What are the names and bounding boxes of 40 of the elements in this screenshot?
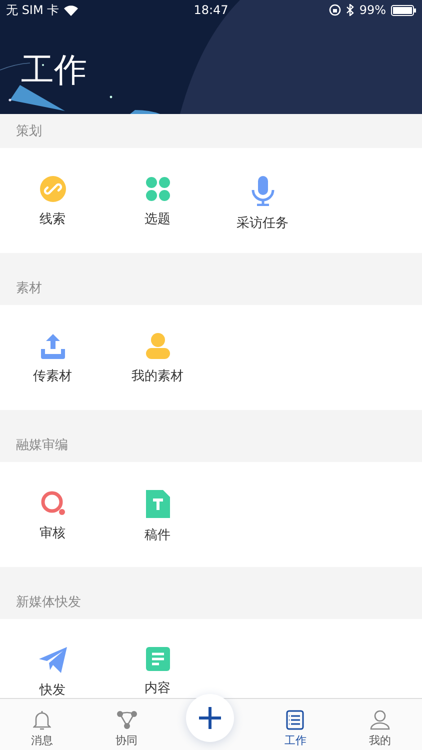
page-title: 工作 <box>21 49 88 91</box>
bell-icon <box>33 710 52 730</box>
plus-icon <box>198 706 222 730</box>
bluetooth-icon <box>346 4 354 16</box>
menu-item[interactable]: 传素材 <box>0 333 105 385</box>
menu-item[interactable]: 内容 <box>105 647 210 697</box>
upload-icon <box>40 333 66 359</box>
menu-item[interactable]: 审核 <box>0 490 105 542</box>
add-button[interactable] <box>186 694 234 742</box>
microphone-icon <box>250 176 276 206</box>
user-icon <box>370 710 390 730</box>
clover-icon <box>144 176 170 202</box>
section-title: 策划 <box>16 123 42 140</box>
section-title: 新媒体快发 <box>16 594 81 611</box>
battery-text: 99% <box>359 3 386 17</box>
network-icon <box>116 710 138 730</box>
menu-item[interactable]: 选题 <box>105 176 210 228</box>
wifi-icon <box>64 4 78 16</box>
link-icon <box>40 176 66 202</box>
menu-item[interactable]: 采访任务 <box>210 176 315 232</box>
menu-item[interactable]: 快发 <box>0 647 105 698</box>
carrier-text: 无 SIM 卡 <box>6 2 60 18</box>
tab-item[interactable]: 协同 <box>84 699 169 750</box>
clock-text: 18:47 <box>194 3 228 17</box>
document-icon <box>146 490 170 518</box>
section-title: 素材 <box>16 280 42 297</box>
rotation-lock-icon <box>329 4 342 16</box>
list-icon <box>286 710 304 730</box>
menu-item[interactable]: 我的素材 <box>105 333 210 385</box>
tab-item[interactable]: 工作 <box>253 699 338 750</box>
menu-item[interactable]: 稿件 <box>105 490 210 544</box>
section-title: 融媒审编 <box>16 437 68 454</box>
paper-plane-icon <box>38 647 66 673</box>
tab-item[interactable]: 消息 <box>0 699 84 750</box>
person-icon <box>144 333 170 359</box>
battery-icon <box>391 4 416 16</box>
search-ring-icon <box>40 490 66 516</box>
tab-item[interactable]: 我的 <box>338 699 422 750</box>
menu-item[interactable]: 线索 <box>0 176 105 228</box>
list-document-icon <box>146 647 170 671</box>
